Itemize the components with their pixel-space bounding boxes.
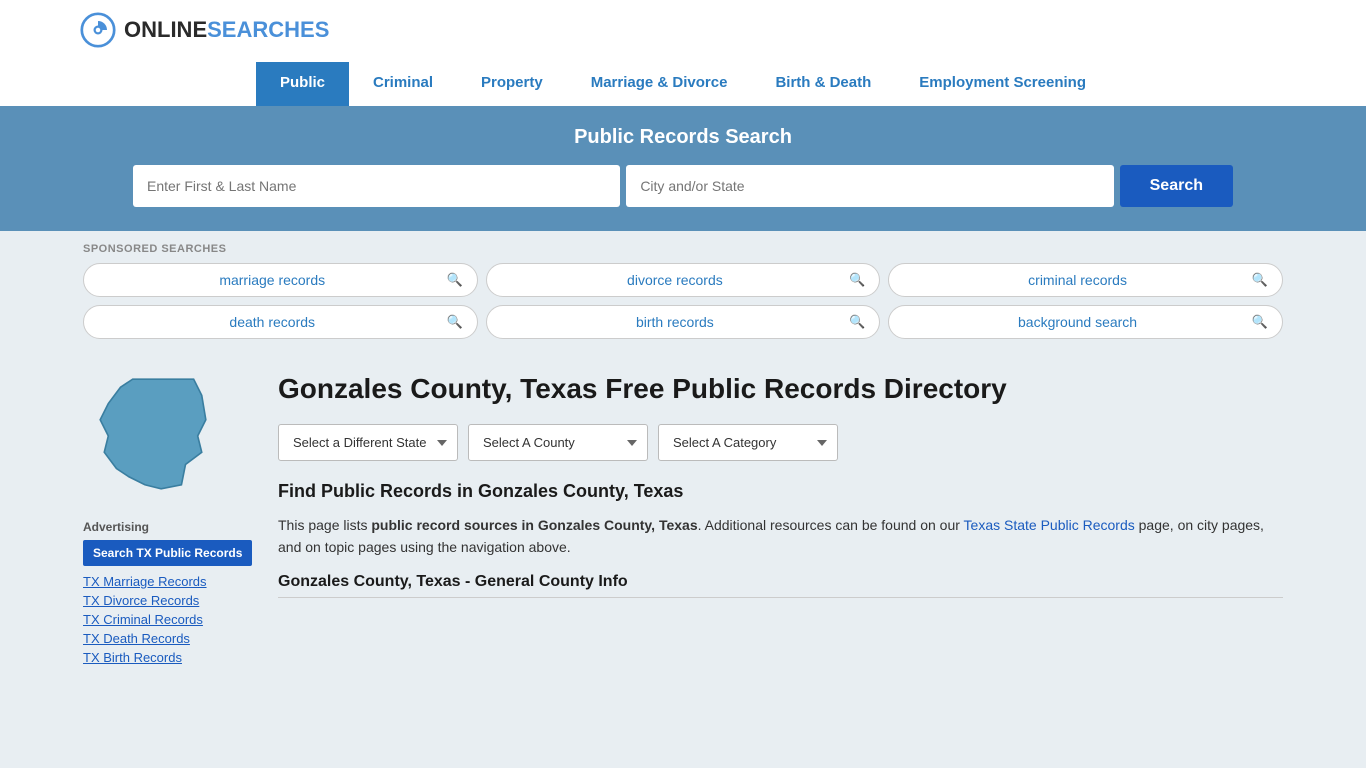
logo-online: ONLINE [124,17,207,42]
main-nav: Public Criminal Property Marriage & Divo… [20,62,1346,106]
desc-part1: This page lists [278,517,371,533]
sidebar: Advertising Search TX Public Records TX … [83,371,258,689]
sponsored-text-birth: birth records [501,314,849,330]
search-icon-background: 🔍 [1252,314,1268,330]
sidebar-link-divorce[interactable]: TX Divorce Records [83,593,258,608]
sidebar-link-marriage[interactable]: TX Marriage Records [83,574,258,589]
nav-employment[interactable]: Employment Screening [895,62,1110,106]
search-icon-death: 🔍 [446,314,462,330]
logo-icon [80,12,116,48]
sponsored-background-search[interactable]: background search 🔍 [888,305,1283,339]
county-dropdown[interactable]: Select A County [468,424,648,461]
logo-searches: SEARCHES [207,17,329,42]
nav-criminal[interactable]: Criminal [349,62,457,106]
texas-map [83,371,223,501]
logo-text: ONLINESEARCHES [124,17,329,43]
tx-records-link[interactable]: Texas State Public Records [964,517,1135,533]
sponsored-text-marriage: marriage records [98,272,446,288]
main-panel: Gonzales County, Texas Free Public Recor… [278,371,1283,689]
sponsored-text-background: background search [903,314,1251,330]
advertising-label: Advertising [83,520,258,534]
search-form: Search [133,165,1233,207]
search-icon-birth: 🔍 [849,314,865,330]
desc-bold: public record sources in Gonzales County… [371,517,697,533]
description-text: This page lists public record sources in… [278,514,1283,559]
sponsored-death-records[interactable]: death records 🔍 [83,305,478,339]
sponsored-text-criminal: criminal records [903,272,1251,288]
page-body: Advertising Search TX Public Records TX … [63,371,1303,689]
sponsored-divorce-records[interactable]: divorce records 🔍 [486,263,881,297]
nav-marriage-divorce[interactable]: Marriage & Divorce [567,62,752,106]
category-dropdown[interactable]: Select A Category [658,424,838,461]
name-input[interactable] [133,165,620,207]
find-records-title: Find Public Records in Gonzales County, … [278,481,1283,502]
sponsored-marriage-records[interactable]: marriage records 🔍 [83,263,478,297]
sponsored-birth-records[interactable]: birth records 🔍 [486,305,881,339]
nav-birth-death[interactable]: Birth & Death [751,62,895,106]
ad-search-button[interactable]: Search TX Public Records [83,540,252,566]
page-title: Gonzales County, Texas Free Public Recor… [278,371,1283,406]
search-banner: Public Records Search Search [0,106,1366,231]
search-icon-marriage: 🔍 [446,272,462,288]
sponsored-text-death: death records [98,314,446,330]
search-icon-divorce: 🔍 [849,272,865,288]
sidebar-link-birth[interactable]: TX Birth Records [83,650,258,665]
search-banner-title: Public Records Search [40,126,1326,149]
dropdown-row: Select a Different State Select A County… [278,424,1283,461]
county-info-title: Gonzales County, Texas - General County … [278,573,1283,598]
nav-public[interactable]: Public [256,62,349,106]
sponsored-section: SPONSORED SEARCHES marriage records 🔍 di… [63,231,1303,371]
desc-part2: . Additional resources can be found on o… [698,517,964,533]
sponsored-label: SPONSORED SEARCHES [83,243,1283,255]
search-icon-criminal: 🔍 [1252,272,1268,288]
sponsored-criminal-records[interactable]: criminal records 🔍 [888,263,1283,297]
nav-property[interactable]: Property [457,62,567,106]
header: ONLINESEARCHES Public Criminal Property … [0,0,1366,106]
search-button[interactable]: Search [1120,165,1233,207]
logo-area: ONLINESEARCHES [20,12,329,48]
location-input[interactable] [626,165,1113,207]
sponsored-grid: marriage records 🔍 divorce records 🔍 cri… [83,263,1283,339]
sponsored-text-divorce: divorce records [501,272,849,288]
state-dropdown[interactable]: Select a Different State [278,424,458,461]
sidebar-link-criminal[interactable]: TX Criminal Records [83,612,258,627]
sidebar-link-death[interactable]: TX Death Records [83,631,258,646]
